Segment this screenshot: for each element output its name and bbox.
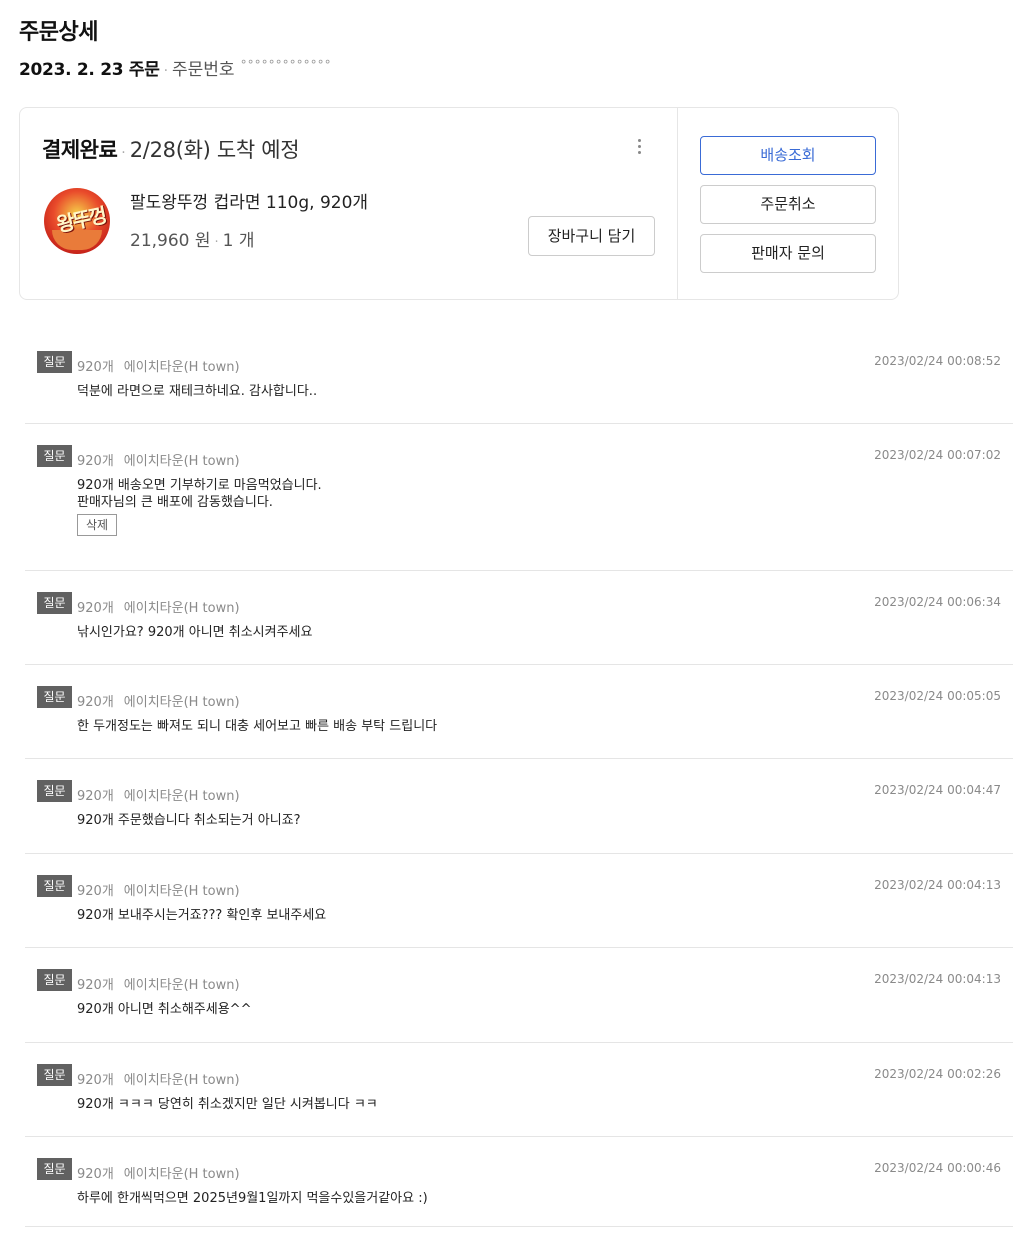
qa-option: 920개 xyxy=(77,789,114,804)
qa-option: 920개 xyxy=(77,695,114,710)
product-quantity: 1 개 xyxy=(222,231,255,251)
qa-meta: 920개 에이치타운(H town) xyxy=(77,691,240,710)
qa-seller: 에이치타운(H town) xyxy=(123,1167,240,1182)
qa-meta: 920개 에이치타운(H town) xyxy=(77,785,240,804)
question-badge: 질문 xyxy=(37,445,72,467)
qa-question-text: 920개 보내주시는거죠??? 확인후 보내주세요 xyxy=(77,908,327,923)
qa-list: 질문 920개 에이치타운(H town) 2023/02/24 00:08:52 덕분… xyxy=(25,330,1013,1227)
qa-question-text: 낚시인가요? 920개 아니면 취소시켜주세요 xyxy=(77,625,313,640)
page-title: 주문상세 xyxy=(19,20,98,45)
order-line: 2023. 2. 23 주문 · 주문번호 °°°°°°°°°°°°° xyxy=(19,55,332,80)
qa-timestamp: 2023/02/24 00:07:02 xyxy=(874,448,1001,462)
qa-timestamp: 2023/02/24 00:02:26 xyxy=(874,1067,1001,1081)
qa-timestamp: 2023/02/24 00:08:52 xyxy=(874,354,1001,368)
more-options-icon[interactable] xyxy=(632,136,646,160)
qa-timestamp: 2023/02/24 00:04:47 xyxy=(874,783,1001,797)
product-thumbnail[interactable]: 왕뚜껑 xyxy=(44,188,110,254)
qa-option: 920개 xyxy=(77,360,114,375)
question-badge: 질문 xyxy=(37,780,72,802)
question-badge: 질문 xyxy=(37,351,72,373)
qa-seller: 에이치타운(H town) xyxy=(123,601,240,616)
product-price-line: 21,960 원 · 1 개 xyxy=(130,226,255,251)
qa-meta: 920개 에이치타운(H town) xyxy=(77,880,240,899)
add-to-cart-button[interactable]: 장바구니 담기 xyxy=(528,216,655,256)
qa-item: 질문 920개 에이치타운(H town) 2023/02/24 00:00:46 하루… xyxy=(25,1137,1013,1227)
qa-timestamp: 2023/02/24 00:00:46 xyxy=(874,1161,1001,1175)
delete-question-button[interactable]: 삭제 xyxy=(77,514,117,536)
qa-item: 질문 920개 에이치타운(H town) 2023/02/24 00:08:52 덕분… xyxy=(25,330,1013,424)
delivery-eta: 2/28(화) 도착 예정 xyxy=(129,138,300,162)
seller-inquiry-button[interactable]: 판매자 문의 xyxy=(700,234,876,273)
qa-meta: 920개 에이치타운(H town) xyxy=(77,1163,240,1182)
track-delivery-button[interactable]: 배송조회 xyxy=(700,136,876,175)
qa-timestamp: 2023/02/24 00:04:13 xyxy=(874,972,1001,986)
qa-option: 920개 xyxy=(77,454,114,469)
qa-meta: 920개 에이치타운(H town) xyxy=(77,450,240,469)
order-card-main: 결제완료 · 2/28(화) 도착 예정 왕뚜껑 팔도왕뚜껑 컵라면 110g, 9… xyxy=(20,108,678,299)
qa-seller: 에이치타운(H town) xyxy=(123,454,240,469)
qa-timestamp: 2023/02/24 00:05:05 xyxy=(874,689,1001,703)
order-card: 결제완료 · 2/28(화) 도착 예정 왕뚜껑 팔도왕뚜껑 컵라면 110g, 9… xyxy=(19,107,899,300)
question-badge: 질문 xyxy=(37,969,72,991)
question-badge: 질문 xyxy=(37,1158,72,1180)
qa-question-text: 920개 아니면 취소해주세용^^ xyxy=(77,1002,252,1017)
product-price: 21,960 원 xyxy=(130,231,211,251)
qa-seller: 에이치타운(H town) xyxy=(123,695,240,710)
qa-option: 920개 xyxy=(77,1073,114,1088)
qa-option: 920개 xyxy=(77,1167,114,1182)
order-status: 결제완료 xyxy=(42,138,118,162)
question-badge: 질문 xyxy=(37,1064,72,1086)
qa-item: 질문 920개 에이치타운(H town) 2023/02/24 00:06:34 낚시… xyxy=(25,571,1013,665)
separator-dot: · xyxy=(214,235,219,250)
cancel-order-button[interactable]: 주문취소 xyxy=(700,185,876,224)
qa-question-text: 덕분에 라면으로 재테크하네요. 감사합니다.. xyxy=(77,384,318,399)
qa-question-text: 판매자님의 큰 배포에 감동했습니다. xyxy=(77,495,273,510)
separator-dot: · xyxy=(121,145,126,161)
question-badge: 질문 xyxy=(37,875,72,897)
qa-question-text: 920개 배송오면 기부하기로 마음먹었습니다. xyxy=(77,478,322,493)
status-line: 결제완료 · 2/28(화) 도착 예정 xyxy=(42,134,300,164)
qa-option: 920개 xyxy=(77,884,114,899)
qa-option: 920개 xyxy=(77,601,114,616)
qa-seller: 에이치타운(H town) xyxy=(123,789,240,804)
qa-timestamp: 2023/02/24 00:04:13 xyxy=(874,878,1001,892)
qa-item: 질문 920개 에이치타운(H town) 2023/02/24 00:07:02 92… xyxy=(25,424,1013,571)
qa-meta: 920개 에이치타운(H town) xyxy=(77,974,240,993)
qa-timestamp: 2023/02/24 00:06:34 xyxy=(874,595,1001,609)
qa-seller: 에이치타운(H town) xyxy=(123,1073,240,1088)
qa-question-text: 920개 주문했습니다 취소되는거 아니죠? xyxy=(77,813,301,828)
qa-item: 질문 920개 에이치타운(H town) 2023/02/24 00:05:05 한 … xyxy=(25,665,1013,759)
question-badge: 질문 xyxy=(37,686,72,708)
qa-seller: 에이치타운(H town) xyxy=(123,360,240,375)
qa-seller: 에이치타운(H town) xyxy=(123,978,240,993)
qa-item: 질문 920개 에이치타운(H town) 2023/02/24 00:04:13 92… xyxy=(25,854,1013,948)
order-date: 2023. 2. 23 주문 xyxy=(19,60,160,80)
qa-item: 질문 920개 에이치타운(H town) 2023/02/24 00:04:13 92… xyxy=(25,948,1013,1043)
qa-item: 질문 920개 에이치타운(H town) 2023/02/24 00:04:47 92… xyxy=(25,759,1013,854)
qa-option: 920개 xyxy=(77,978,114,993)
qa-question-text: 하루에 한개씩먹으면 2025년9월1일까지 먹을수있을거같아요 :) xyxy=(77,1191,428,1206)
separator-dot: · xyxy=(163,63,169,79)
order-number-value: °°°°°°°°°°°°° xyxy=(240,58,332,72)
question-badge: 질문 xyxy=(37,592,72,614)
qa-meta: 920개 에이치타운(H town) xyxy=(77,597,240,616)
qa-meta: 920개 에이치타운(H town) xyxy=(77,1069,240,1088)
product-name[interactable]: 팔도왕뚜껑 컵라면 110g, 920개 xyxy=(130,188,368,213)
qa-question-text: 한 두개정도는 빠져도 되니 대충 세어보고 빠른 배송 부탁 드립니다 xyxy=(77,719,438,734)
qa-item: 질문 920개 에이치타운(H town) 2023/02/24 00:02:26 92… xyxy=(25,1043,1013,1137)
qa-seller: 에이치타운(H town) xyxy=(123,884,240,899)
order-number-label: 주문번호 xyxy=(172,60,235,80)
qa-meta: 920개 에이치타운(H town) xyxy=(77,356,240,375)
qa-question-text: 920개 ㅋㅋㅋ 당연히 취소겠지만 일단 시켜봅니다 ㅋㅋ xyxy=(77,1097,378,1112)
